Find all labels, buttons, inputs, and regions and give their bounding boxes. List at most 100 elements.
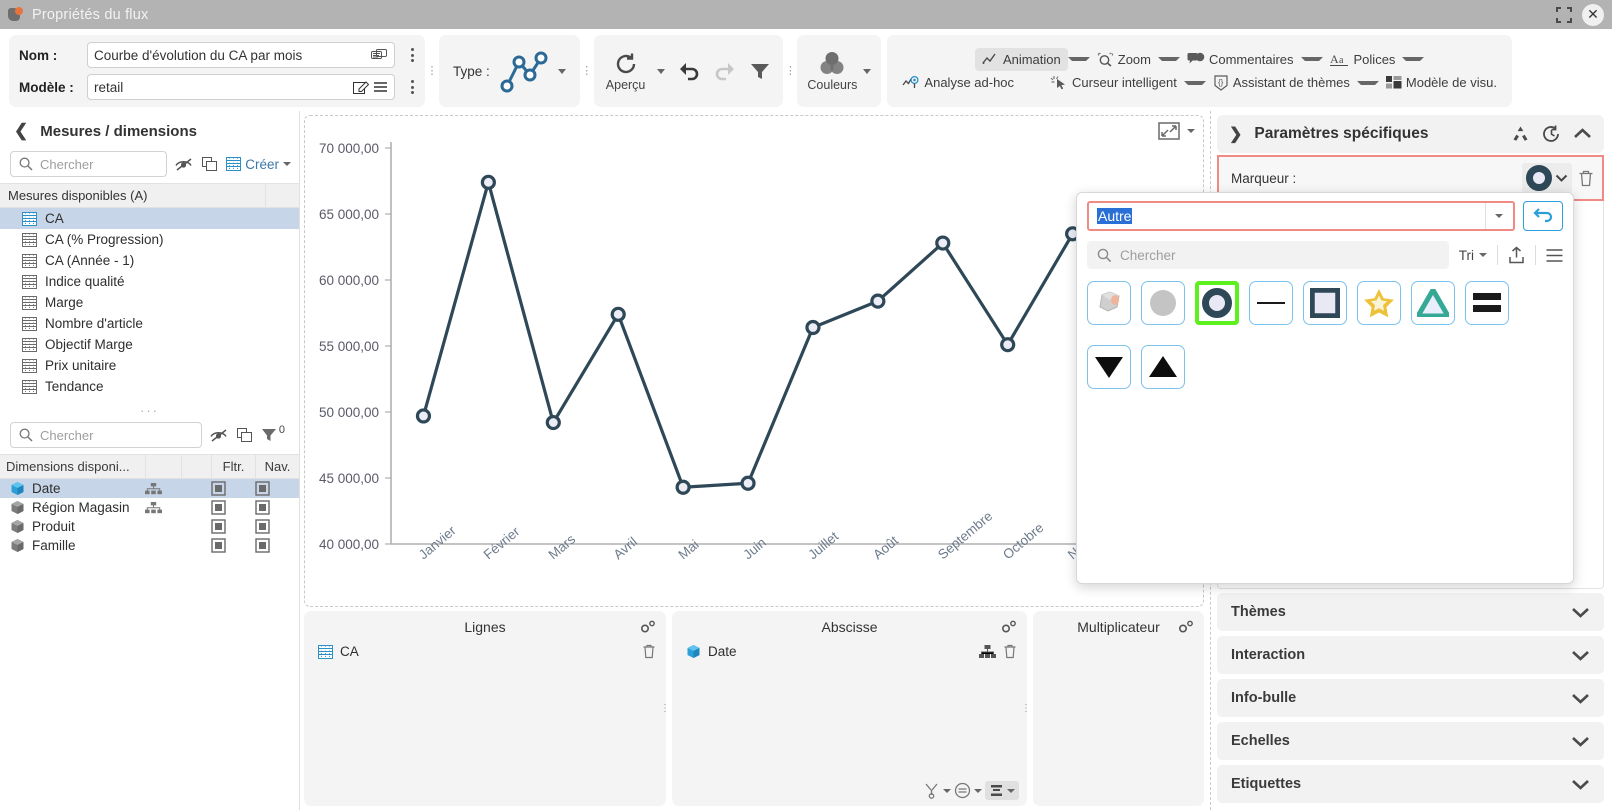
- commentaires-button[interactable]: Commentaires: [1180, 48, 1301, 71]
- zone-abscisse-item[interactable]: Date: [672, 639, 1027, 659]
- dimension-nav-toggle[interactable]: [255, 500, 299, 515]
- measure-item-4[interactable]: Marge: [0, 292, 299, 313]
- dash-marker-icon[interactable]: [1249, 281, 1293, 325]
- dimensions-filter-icon[interactable]: 0: [261, 424, 285, 443]
- apercu-button[interactable]: Aperçu: [606, 51, 645, 92]
- section-echelles[interactable]: Echelles: [1217, 722, 1604, 760]
- section-info-bulle[interactable]: Info-bulle: [1217, 679, 1604, 717]
- delete-marker-icon[interactable]: [1578, 170, 1594, 187]
- chevron-down-icon[interactable]: [1571, 606, 1590, 619]
- chart-point[interactable]: [805, 319, 821, 336]
- triangle-down-marker-icon[interactable]: [1087, 345, 1131, 389]
- double-bar-marker-icon[interactable]: [1465, 281, 1509, 325]
- type-dropdown-caret-icon[interactable]: [557, 68, 566, 74]
- hide-measures-icon[interactable]: [175, 157, 194, 172]
- dimension-nav-toggle[interactable]: [255, 481, 299, 496]
- zone-multiplicateur-settings-icon[interactable]: [1177, 619, 1194, 635]
- assistant-themes-button[interactable]: {} Assistant de thèmes: [1206, 71, 1357, 95]
- chart-point[interactable]: [545, 414, 561, 431]
- chevron-down-icon[interactable]: [1571, 649, 1590, 662]
- image-marker-icon[interactable]: [1087, 281, 1131, 325]
- polices-button[interactable]: Aa Polices: [1323, 48, 1403, 71]
- dimension-item-3[interactable]: Famille: [0, 536, 299, 555]
- dimension-filter-toggle[interactable]: [211, 519, 255, 534]
- align-abscisse-icon[interactable]: [954, 782, 971, 799]
- zone-abscisse-resize-handle[interactable]: ⋮: [1021, 703, 1031, 713]
- chevron-down-icon[interactable]: [1571, 692, 1590, 705]
- remove-abscisse-item-icon[interactable]: [1003, 644, 1017, 659]
- chart-point[interactable]: [480, 174, 496, 190]
- edit-model-icon[interactable]: [353, 80, 370, 95]
- chevron-down-icon[interactable]: [1571, 778, 1590, 791]
- commentaires-caret-icon[interactable]: [1300, 57, 1323, 61]
- measure-item-6[interactable]: Objectif Marge: [0, 334, 299, 355]
- layout-abscisse-button[interactable]: [985, 781, 1019, 800]
- zone-lignes-resize-handle[interactable]: ⋮: [660, 703, 670, 713]
- measure-item-2[interactable]: CA (Année - 1): [0, 250, 299, 271]
- couleurs-caret-icon[interactable]: [863, 68, 872, 74]
- close-window-icon[interactable]: ✕: [1582, 3, 1604, 26]
- chart-toolbar-caret-icon[interactable]: [1187, 129, 1195, 133]
- curseur-caret-icon[interactable]: [1183, 80, 1206, 85]
- zone-lignes[interactable]: Lignes CA ⋮: [304, 611, 670, 806]
- modele-visu-button[interactable]: Modèle de visu.: [1379, 71, 1504, 94]
- marker-name-dropdown-caret-icon[interactable]: [1485, 203, 1511, 229]
- dimension-filter-toggle[interactable]: [211, 538, 255, 553]
- name-input[interactable]: Courbe d'évolution du CA par mois: [87, 42, 395, 68]
- measure-item-7[interactable]: Prix unitaire: [0, 355, 299, 376]
- marker-select[interactable]: [1522, 163, 1572, 193]
- chart-point[interactable]: [415, 408, 432, 424]
- square-marker-icon[interactable]: [1303, 281, 1347, 325]
- name-menu-icon[interactable]: [405, 48, 419, 62]
- zoom-caret-icon[interactable]: [1157, 57, 1180, 61]
- measures-search-input[interactable]: Chercher: [10, 151, 168, 177]
- dimension-item-0[interactable]: Date: [0, 479, 299, 498]
- history-icon[interactable]: [1542, 125, 1561, 143]
- measure-item-3[interactable]: Indice qualité: [0, 271, 299, 292]
- restore-window-icon[interactable]: [1554, 5, 1574, 25]
- curseur-intelligent-button[interactable]: Curseur intelligent: [1043, 71, 1184, 94]
- triangle-up-marker-icon[interactable]: [1141, 345, 1185, 389]
- donut-marker-icon[interactable]: [1195, 281, 1239, 325]
- marker-name-input[interactable]: Autre: [1087, 201, 1515, 231]
- sort-abscisse-icon[interactable]: [923, 782, 940, 799]
- star-marker-icon[interactable]: [1357, 281, 1401, 325]
- dimension-hierarchy-icon[interactable]: [145, 482, 181, 495]
- dimension-item-1[interactable]: Région Magasin: [0, 498, 299, 517]
- section-th-mes[interactable]: Thèmes: [1217, 593, 1604, 631]
- align-abscisse-caret-icon[interactable]: [974, 788, 982, 793]
- polices-caret-icon[interactable]: [1402, 57, 1425, 61]
- collapse-panel-icon[interactable]: [1573, 127, 1592, 141]
- copy-dimensions-icon[interactable]: [237, 427, 253, 443]
- chart-point[interactable]: [675, 479, 691, 495]
- filter-button[interactable]: [749, 60, 771, 82]
- chevron-right-icon[interactable]: ❯: [1229, 124, 1242, 144]
- chart-point[interactable]: [870, 293, 886, 309]
- dimension-nav-toggle[interactable]: [255, 538, 299, 553]
- undo-button[interactable]: [677, 60, 701, 82]
- animation-button[interactable]: Animation: [974, 47, 1068, 71]
- chart-point[interactable]: [610, 306, 626, 322]
- chart-point[interactable]: [740, 475, 756, 491]
- remove-lignes-item-icon[interactable]: [642, 644, 656, 659]
- chart-point[interactable]: [1000, 337, 1016, 353]
- marker-sort-button[interactable]: Tri: [1459, 248, 1487, 263]
- apercu-caret-icon[interactable]: [657, 68, 666, 74]
- hide-dimensions-icon[interactable]: [210, 428, 229, 443]
- zone-lignes-item[interactable]: CA: [304, 639, 666, 659]
- analyse-adhoc-button[interactable]: Analyse ad-hoc: [895, 71, 1021, 94]
- dimension-item-2[interactable]: Produit: [0, 517, 299, 536]
- zoom-button[interactable]: Zoom: [1090, 48, 1158, 71]
- measure-item-0[interactable]: CA: [0, 208, 299, 229]
- dimension-filter-toggle[interactable]: [211, 500, 255, 515]
- translate-icon[interactable]: [371, 48, 388, 63]
- hierarchy-icon[interactable]: [979, 644, 996, 659]
- marker-dropdown-caret-icon[interactable]: [1555, 173, 1568, 183]
- dimension-filter-toggle[interactable]: [211, 481, 255, 496]
- chart-type-icon[interactable]: [498, 49, 550, 93]
- marker-reset-button[interactable]: [1523, 201, 1563, 231]
- reset-parameters-icon[interactable]: [1511, 125, 1530, 143]
- triangle-marker-icon[interactable]: [1411, 281, 1455, 325]
- dimension-nav-toggle[interactable]: [255, 519, 299, 534]
- zone-abscisse-settings-icon[interactable]: [1000, 619, 1017, 635]
